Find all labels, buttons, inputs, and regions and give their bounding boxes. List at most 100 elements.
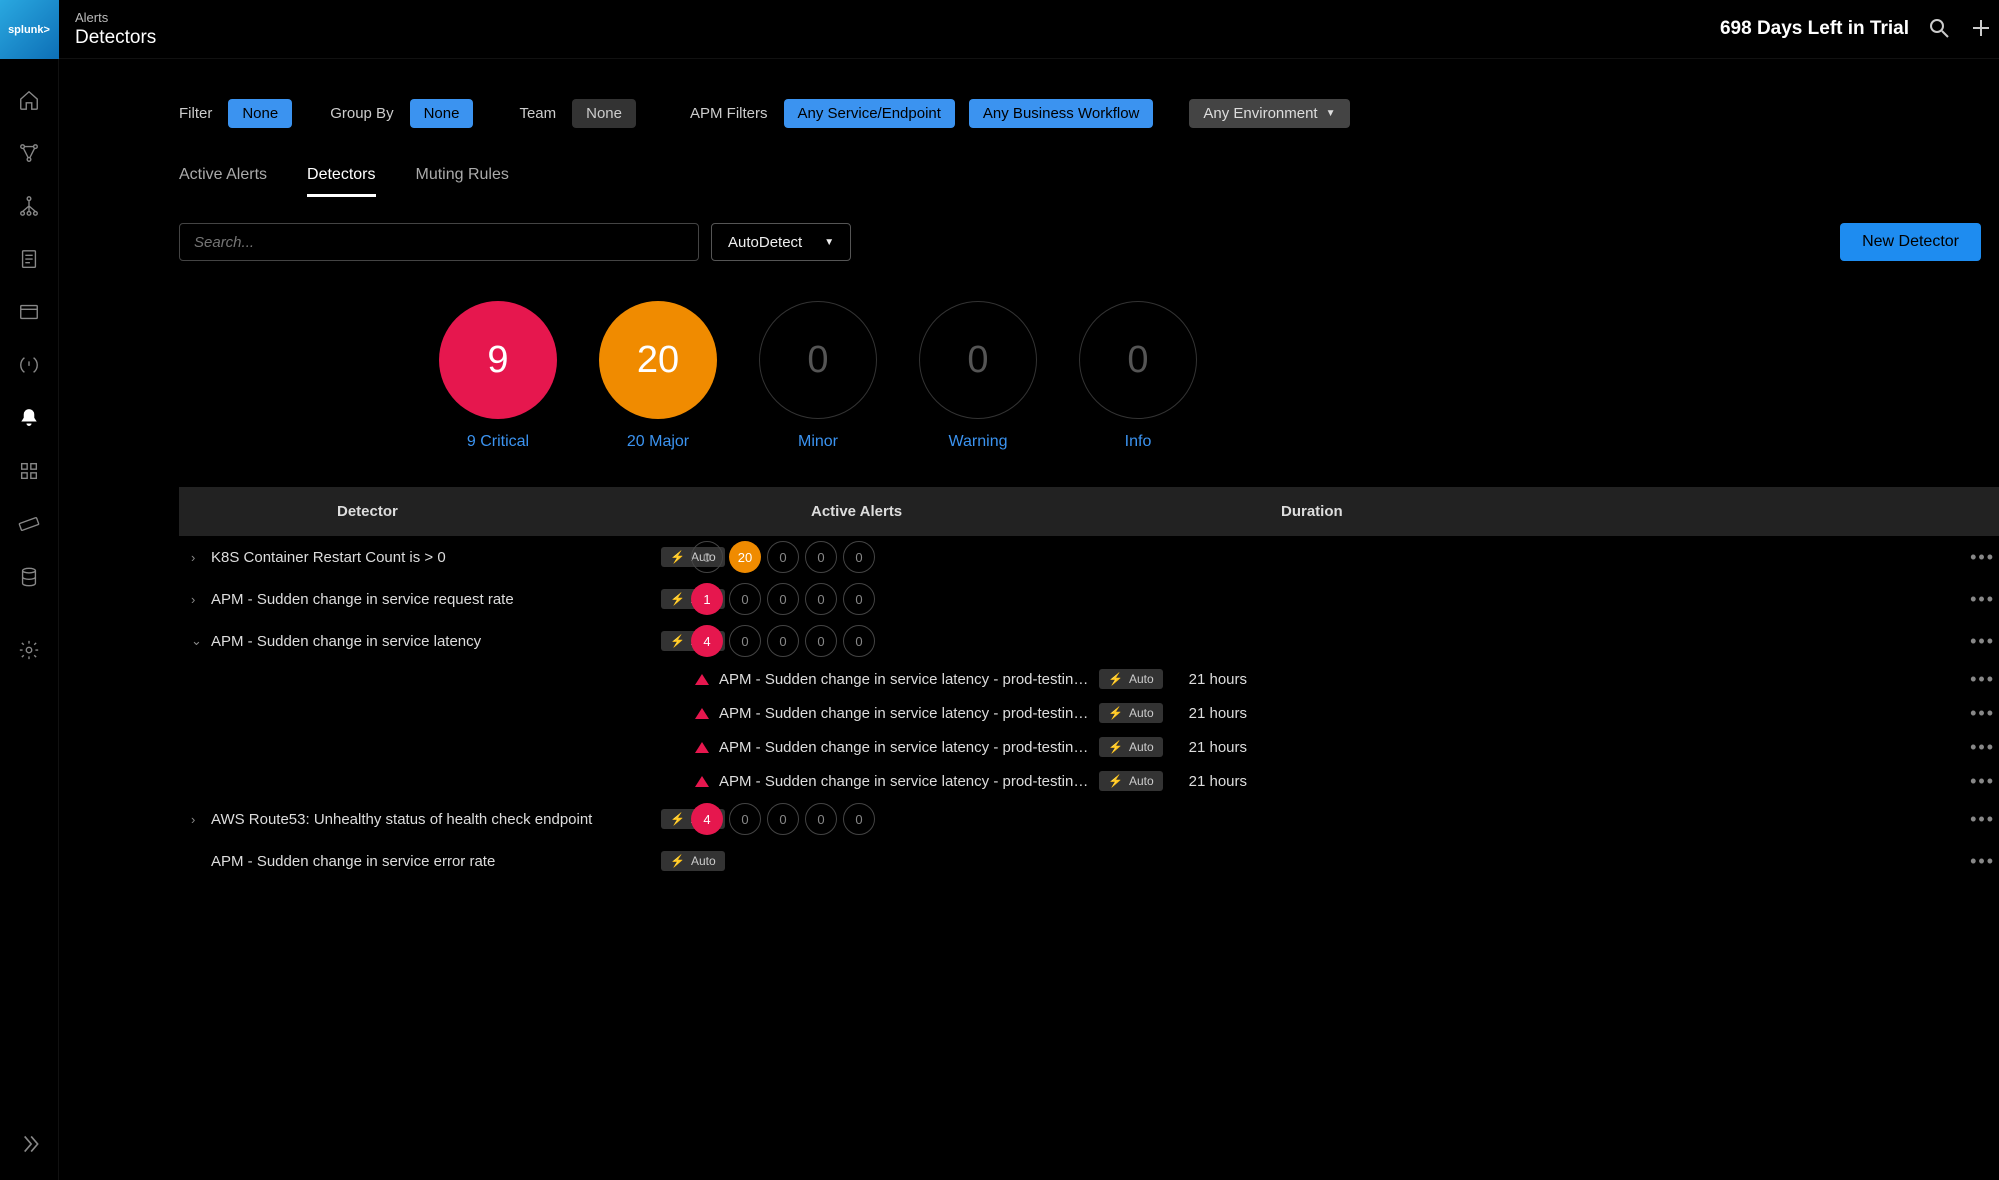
apm-workflow-pill[interactable]: Any Business Workflow — [969, 99, 1153, 128]
alert-chip[interactable]: 1 — [691, 583, 723, 615]
detector-name[interactable]: APM - Sudden change in service error rat… — [211, 853, 651, 870]
row-menu-icon[interactable]: ••• — [1970, 771, 1995, 792]
browser-icon[interactable] — [18, 301, 40, 326]
row-menu-icon[interactable]: ••• — [1970, 631, 1995, 652]
alert-chip[interactable]: 0 — [805, 541, 837, 573]
detector-name[interactable]: AWS Route53: Unhealthy status of health … — [211, 811, 651, 828]
database-icon[interactable] — [18, 566, 40, 591]
alert-parens-icon[interactable] — [18, 354, 40, 379]
col-duration: Duration — [1281, 503, 1999, 520]
gear-icon[interactable] — [18, 639, 40, 664]
search-icon[interactable] — [1927, 16, 1951, 43]
alert-chip[interactable]: 0 — [805, 625, 837, 657]
grid-icon[interactable] — [18, 460, 40, 485]
groupby-pill[interactable]: None — [410, 99, 474, 128]
detector-name[interactable]: K8S Container Restart Count is > 0 — [211, 549, 651, 566]
alert-chip[interactable]: 0 — [729, 583, 761, 615]
row-menu-icon[interactable]: ••• — [1970, 851, 1995, 872]
graph-icon[interactable] — [18, 142, 40, 167]
major-count-circle[interactable]: 20 — [599, 301, 717, 419]
minor-count-circle[interactable]: 0 — [759, 301, 877, 419]
alert-chip[interactable]: 0 — [843, 803, 875, 835]
alert-chip[interactable]: 0 — [805, 803, 837, 835]
expand-rail-icon[interactable] — [16, 1131, 42, 1160]
detector-name[interactable]: APM - Sudden change in service request r… — [211, 591, 651, 608]
bell-icon[interactable] — [18, 407, 40, 432]
trial-days-label: 698 Days Left in Trial — [1720, 18, 1909, 40]
sub-alert-row[interactable]: APM - Sudden change in service latency -… — [179, 696, 1999, 730]
row-menu-icon[interactable]: ••• — [1970, 589, 1995, 610]
sub-alert-name[interactable]: APM - Sudden change in service latency -… — [719, 773, 1089, 790]
tab-muting-rules[interactable]: Muting Rules — [416, 166, 509, 197]
alert-chip[interactable]: 20 — [729, 541, 761, 573]
critical-triangle-icon — [695, 742, 709, 753]
table-row[interactable]: ⌄APM - Sudden change in service latency⚡… — [179, 620, 1999, 662]
info-link[interactable]: Info — [1125, 433, 1152, 451]
alert-chip[interactable]: 0 — [843, 583, 875, 615]
team-pill[interactable]: None — [572, 99, 636, 128]
new-detector-button[interactable]: New Detector — [1840, 223, 1981, 261]
row-menu-icon[interactable]: ••• — [1970, 737, 1995, 758]
duration-value: 21 hours — [1189, 705, 1309, 722]
tree-icon[interactable] — [18, 195, 40, 220]
table-row[interactable]: ›APM - Sudden change in service request … — [179, 578, 1999, 620]
plus-icon[interactable] — [1969, 16, 1993, 43]
alert-chip[interactable]: 0 — [767, 583, 799, 615]
alert-chips — [691, 845, 875, 877]
search-input[interactable] — [179, 223, 699, 261]
critical-count-circle[interactable]: 9 — [439, 301, 557, 419]
ruler-icon[interactable] — [18, 513, 40, 538]
filter-pill[interactable]: None — [228, 99, 292, 128]
alert-chip[interactable]: 0 — [767, 625, 799, 657]
table-body: ›K8S Container Restart Count is > 0⚡Auto… — [179, 536, 1999, 882]
expand-chevron-icon[interactable]: › — [191, 812, 211, 827]
info-count-circle[interactable]: 0 — [1079, 301, 1197, 419]
breadcrumb[interactable]: Alerts — [75, 10, 156, 25]
sub-alert-row[interactable]: APM - Sudden change in service latency -… — [179, 764, 1999, 798]
tab-detectors[interactable]: Detectors — [307, 166, 375, 197]
alert-chip[interactable]: 0 — [843, 541, 875, 573]
expand-chevron-icon[interactable]: › — [191, 550, 211, 565]
sub-alert-name[interactable]: APM - Sudden change in service latency -… — [719, 739, 1089, 756]
expand-chevron-icon[interactable]: › — [191, 592, 211, 607]
warning-count-circle[interactable]: 0 — [919, 301, 1037, 419]
alert-chip[interactable]: 0 — [691, 541, 723, 573]
alert-chip[interactable]: 0 — [729, 625, 761, 657]
sub-alert-name[interactable]: APM - Sudden change in service latency -… — [719, 671, 1089, 688]
expand-chevron-icon[interactable]: ⌄ — [191, 633, 211, 649]
detector-name[interactable]: APM - Sudden change in service latency — [211, 633, 651, 650]
alert-chip[interactable]: 0 — [805, 583, 837, 615]
bolt-icon: ⚡ — [1108, 672, 1123, 686]
alert-chip[interactable]: 0 — [767, 803, 799, 835]
minor-link[interactable]: Minor — [798, 433, 838, 451]
auto-tag: ⚡Auto — [1099, 737, 1163, 757]
alert-chip[interactable]: 0 — [843, 625, 875, 657]
row-menu-icon[interactable]: ••• — [1970, 703, 1995, 724]
apm-service-pill[interactable]: Any Service/Endpoint — [784, 99, 955, 128]
team-label: Team — [519, 105, 556, 122]
tab-active-alerts[interactable]: Active Alerts — [179, 166, 267, 197]
alert-chip[interactable]: 4 — [691, 803, 723, 835]
table-row[interactable]: ›AWS Route53: Unhealthy status of health… — [179, 798, 1999, 840]
sub-alert-name[interactable]: APM - Sudden change in service latency -… — [719, 705, 1089, 722]
home-icon[interactable] — [18, 89, 40, 114]
splunk-logo[interactable]: splunk> — [0, 0, 59, 59]
critical-link[interactable]: 9 Critical — [467, 433, 529, 451]
bolt-icon: ⚡ — [670, 592, 685, 606]
alert-chip[interactable]: 0 — [729, 803, 761, 835]
auto-label: Auto — [1129, 740, 1154, 754]
row-menu-icon[interactable]: ••• — [1970, 547, 1995, 568]
document-icon[interactable] — [18, 248, 40, 273]
major-link[interactable]: 20 Major — [627, 433, 689, 451]
sub-alert-row[interactable]: APM - Sudden change in service latency -… — [179, 662, 1999, 696]
table-row[interactable]: ›K8S Container Restart Count is > 0⚡Auto… — [179, 536, 1999, 578]
autodetect-dropdown[interactable]: AutoDetect ▼ — [711, 223, 851, 261]
alert-chip[interactable]: 4 — [691, 625, 723, 657]
row-menu-icon[interactable]: ••• — [1970, 809, 1995, 830]
alert-chip[interactable]: 0 — [767, 541, 799, 573]
row-menu-icon[interactable]: ••• — [1970, 669, 1995, 690]
table-row[interactable]: APM - Sudden change in service error rat… — [179, 840, 1999, 882]
environment-pill[interactable]: Any Environment ▼ — [1189, 99, 1349, 128]
sub-alert-row[interactable]: APM - Sudden change in service latency -… — [179, 730, 1999, 764]
warning-link[interactable]: Warning — [949, 433, 1008, 451]
